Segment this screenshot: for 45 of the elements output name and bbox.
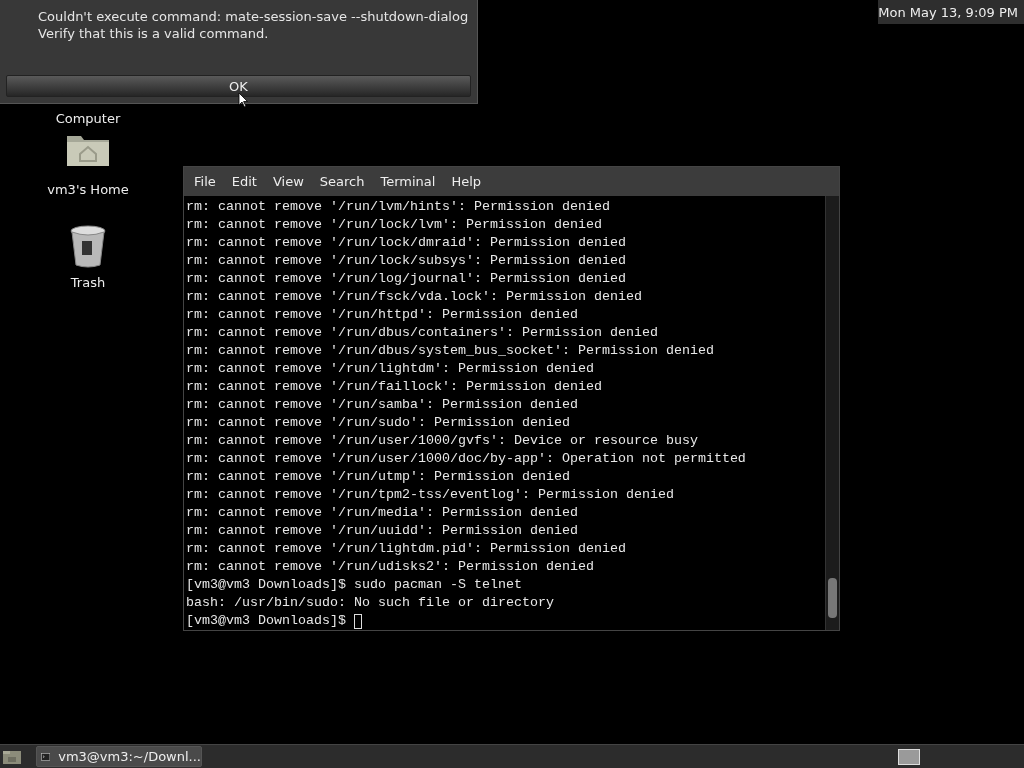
terminal-line: rm: cannot remove '/run/lock/dmraid': Permission denied: [186, 234, 627, 252]
menu-item[interactable]: View: [266, 174, 312, 189]
terminal-line: rm: cannot remove '/run/sudo': Permission denied: [186, 414, 571, 432]
terminal-line: rm: cannot remove '/run/lock/subsys': Permission denied: [186, 252, 627, 270]
menu-item[interactable]: Help: [445, 174, 490, 189]
icon-label[interactable]: Computer: [55, 111, 121, 126]
menu-item[interactable]: Terminal: [374, 174, 444, 189]
terminal-prompt: [vm3@vm3 Downloads]$: [186, 612, 346, 630]
terminal-line: rm: cannot remove '/run/tpm2-tss/eventlog': Permission denied: [186, 486, 675, 504]
icon-label[interactable]: Trash: [70, 275, 106, 290]
clock[interactable]: Mon May 13, 9:09 PM: [878, 4, 1018, 20]
ok-button[interactable]: OK: [6, 75, 471, 97]
terminal-line: rm: cannot remove '/run/lightdm.pid': Permission denied: [186, 540, 627, 558]
terminal-line: rm: cannot remove '/run/fsck/vda.lock': Permission denied: [186, 288, 643, 306]
terminal-line: rm: cannot remove '/run/faillock': Permission denied: [186, 378, 603, 396]
terminal-line: rm: cannot remove '/run/user/1000/gvfs': Device or resource busy: [186, 432, 699, 450]
menu-item[interactable]: Edit: [225, 174, 265, 189]
menu-item[interactable]: File: [188, 174, 224, 189]
terminal-line: rm: cannot remove '/run/utmp': Permission denied: [186, 468, 571, 486]
terminal-line: rm: cannot remove '/run/lvm/hints': Permission denied: [186, 198, 611, 216]
terminal-line: rm: cannot remove '/run/log/journal': Permission denied: [186, 270, 627, 288]
terminal-line: rm: cannot remove '/run/dbus/system_bus_socket': Permission denied: [186, 342, 715, 360]
icon-label[interactable]: vm3's Home: [47, 182, 129, 197]
terminal-line: [vm3@vm3 Downloads]$ sudo pacman -S telnet: [186, 576, 523, 594]
terminal-line: rm: cannot remove '/run/uuidd': Permission denied: [186, 522, 579, 540]
dialog-message: Couldn't execute command: mate-session-save --shutdown-dialog: [38, 8, 470, 25]
mouse-pointer-icon: [238, 92, 248, 108]
terminal-line: rm: cannot remove '/run/lock/lvm': Permission denied: [186, 216, 603, 234]
dialog-message: Verify that this is a valid command.: [38, 25, 270, 42]
terminal-line: rm: cannot remove '/run/udisks2': Permission denied: [186, 558, 595, 576]
menu-item[interactable]: Search: [313, 174, 373, 189]
show-desktop-icon[interactable]: [2, 748, 22, 765]
terminal-line: rm: cannot remove '/run/httpd': Permission denied: [186, 306, 579, 324]
workspace-switcher-icon[interactable]: [898, 748, 920, 765]
scrollbar-thumb[interactable]: [828, 578, 837, 618]
terminal-line: rm: cannot remove '/run/samba': Permission denied: [186, 396, 579, 414]
terminal-line: rm: cannot remove '/run/lightdm': Permission denied: [186, 360, 595, 378]
scrollbar[interactable]: [825, 196, 839, 630]
terminal-line: rm: cannot remove '/run/media': Permission denied: [186, 504, 579, 522]
text-cursor: [353, 613, 362, 629]
terminal-line: rm: cannot remove '/run/dbus/containers': Permission denied: [186, 324, 659, 342]
terminal-line: bash: /usr/bin/sudo: No such file or directory: [186, 594, 555, 612]
terminal-icon: [41, 750, 51, 763]
terminal-line: rm: cannot remove '/run/user/1000/doc/by-app': Operation not permitted: [186, 450, 747, 468]
taskbar-button[interactable]: vm3@vm3:~/Downl...: [36, 746, 202, 767]
